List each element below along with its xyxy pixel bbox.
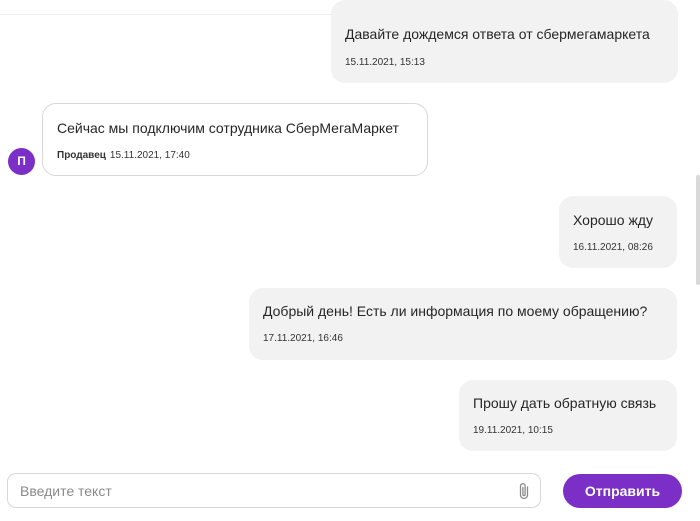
message-meta: Продавец 15.11.2021, 17:40: [57, 150, 190, 162]
send-button[interactable]: Отправить: [563, 474, 682, 508]
message-text: Давайте дождемся ответа от сбермегамарке…: [345, 26, 650, 42]
message-input[interactable]: [20, 474, 510, 507]
scrollbar[interactable]: [696, 175, 700, 285]
paperclip-icon[interactable]: [517, 482, 531, 500]
message-text: Добрый день! Есть ли информация по моему…: [263, 303, 648, 319]
message-timestamp: 17.11.2021, 16:46: [263, 333, 343, 344]
message-timestamp: 19.11.2021, 10:15: [473, 425, 553, 436]
chat-window: Давайте дождемся ответа от сбермегамарке…: [0, 0, 700, 521]
message-text: Хорошо жду: [573, 212, 653, 228]
divider: [0, 14, 332, 15]
message-bubble-outgoing: Прошу дать обратную связь 19.11.2021, 10…: [459, 380, 677, 451]
message-timestamp: 15.11.2021, 15:13: [345, 57, 425, 68]
message-bubble-outgoing: Добрый день! Есть ли информация по моему…: [249, 288, 677, 360]
message-sender: Продавец: [57, 150, 106, 161]
message-timestamp: 15.11.2021, 17:40: [109, 150, 190, 161]
message-bubble-outgoing: Давайте дождемся ответа от сбермегамарке…: [331, 0, 678, 83]
message-text: Сейчас мы подключим сотрудника СберМегаМ…: [57, 120, 399, 136]
message-timestamp: 16.11.2021, 08:26: [573, 242, 653, 253]
message-bubble-outgoing: Хорошо жду 16.11.2021, 08:26: [559, 196, 677, 268]
message-composer: [7, 473, 541, 508]
avatar: П: [8, 148, 35, 175]
message-text: Прошу дать обратную связь: [473, 395, 657, 411]
message-bubble-incoming: Сейчас мы подключим сотрудника СберМегаМ…: [42, 103, 428, 176]
